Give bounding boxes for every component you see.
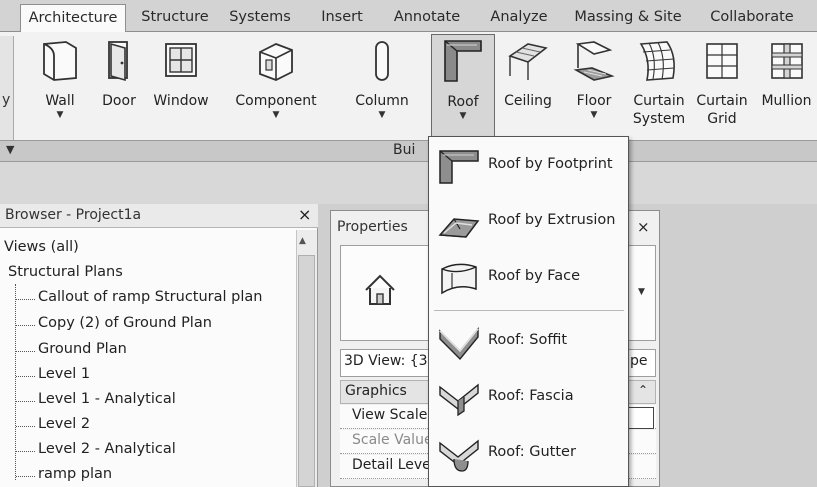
column-icon: [375, 41, 389, 81]
browser-title: Browser - Project1a: [5, 207, 142, 223]
roof-fascia-icon: [439, 383, 479, 417]
tree-item[interactable]: Level 1: [15, 366, 90, 382]
tab-analyze[interactable]: Analyze: [485, 4, 553, 32]
tree-item[interactable]: Copy (2) of Ground Plan: [16, 315, 212, 331]
roof-gutter-icon: [439, 439, 479, 472]
menu-item-label: Roof by Footprint: [488, 156, 613, 172]
roof-button[interactable]: Roof ▼: [431, 34, 495, 138]
door-icon: [108, 41, 128, 82]
mullion-label: Mullion: [761, 93, 812, 109]
properties-title: Properties: [337, 219, 408, 235]
curtain-system-button[interactable]: Curtain System: [628, 36, 690, 136]
property-scale-value: Scale Value: [352, 432, 433, 448]
column-dropdown-arrow[interactable]: ▼: [348, 110, 416, 120]
graphics-group-label: Graphics: [345, 383, 407, 399]
component-button[interactable]: Component ▼: [228, 36, 324, 136]
menu-item-label: Roof: Soffit: [488, 332, 568, 348]
wall-label: Wall: [45, 93, 75, 109]
window-label: Window: [153, 93, 209, 109]
property-view-scale: View Scale: [352, 407, 428, 423]
menu-item-roof-soffit[interactable]: Roof: Soffit: [430, 318, 627, 368]
tree-item[interactable]: Level 1 - Analytical: [16, 391, 176, 407]
component-dropdown-arrow[interactable]: ▼: [228, 110, 324, 120]
curtain-grid-button[interactable]: Curtain Grid: [694, 36, 750, 136]
tab-insert[interactable]: Insert: [314, 4, 370, 32]
tab-systems[interactable]: Systems: [222, 4, 298, 32]
roof-soffit-icon: [439, 327, 479, 361]
mullion-icon: [770, 43, 803, 79]
column-label: Column: [355, 93, 409, 109]
tab-collaborate[interactable]: Collaborate: [700, 4, 804, 32]
wall-icon: [43, 41, 77, 81]
edit-type-label[interactable]: pe: [630, 353, 648, 369]
tree-item[interactable]: ramp plan: [15, 466, 112, 482]
column-button[interactable]: Column ▼: [348, 36, 416, 136]
roof-dropdown-arrow[interactable]: ▼: [432, 111, 494, 121]
scroll-up-arrow[interactable]: ▲: [299, 236, 306, 246]
roof-extrusion-icon: [438, 218, 480, 238]
wall-dropdown-arrow[interactable]: ▼: [32, 110, 88, 120]
roof-label: Roof: [447, 94, 479, 110]
floor-label: Floor: [576, 93, 612, 109]
menu-item-roof-fascia[interactable]: Roof: Fascia: [430, 374, 627, 424]
ceiling-icon: [508, 43, 548, 80]
collapse-group-icon[interactable]: ⌃: [638, 383, 648, 397]
tab-annotate[interactable]: Annotate: [386, 4, 468, 32]
view-scale-value-field[interactable]: [626, 407, 654, 429]
property-detail-level: Detail Leve: [352, 457, 431, 473]
tab-structure[interactable]: Structure: [138, 4, 212, 32]
mullion-button[interactable]: Mullion: [756, 36, 817, 136]
roof-footprint-icon: [439, 150, 479, 184]
component-icon: [259, 43, 293, 81]
tab-architecture[interactable]: Architecture: [20, 4, 126, 33]
options-bar: [0, 162, 817, 204]
ribbon-previous-panel[interactable]: y: [0, 36, 14, 140]
curtain-grid-label: Curtain Grid: [696, 93, 748, 127]
scrollbar-thumb[interactable]: [298, 255, 315, 487]
menu-item-label: Roof: Fascia: [488, 388, 574, 404]
window-icon: [165, 43, 197, 77]
curtain-system-label: Curtain System: [632, 93, 686, 127]
tree-item[interactable]: Level 2 - Analytical: [16, 441, 176, 457]
curtain-grid-icon: [706, 43, 738, 79]
ceiling-label: Ceiling: [504, 93, 552, 109]
previous-panel-label: y: [2, 92, 11, 108]
properties-close-button[interactable]: ×: [637, 218, 650, 236]
roof-face-icon: [441, 263, 477, 295]
menu-item-roof-by-footprint[interactable]: Roof by Footprint: [430, 142, 627, 192]
tree-group-structural-plans[interactable]: Structural Plans: [8, 264, 123, 280]
component-label: Component: [235, 93, 317, 109]
panel-title: Bui: [393, 142, 416, 158]
3d-view-house-icon: [365, 274, 395, 305]
menu-separator: [434, 310, 624, 311]
floor-button[interactable]: Floor ▼: [566, 36, 622, 136]
floor-dropdown-arrow[interactable]: ▼: [566, 110, 622, 120]
tree-item[interactable]: Ground Plan: [16, 341, 127, 357]
roof-icon: [444, 40, 482, 82]
panel-expand-arrow[interactable]: ▼: [6, 143, 14, 156]
browser-close-button[interactable]: ×: [298, 205, 311, 224]
tree-item[interactable]: Callout of ramp Structural plan: [15, 289, 262, 305]
window-button[interactable]: Window: [148, 36, 214, 136]
ceiling-button[interactable]: Ceiling: [498, 36, 558, 136]
tree-item[interactable]: Level 2: [15, 416, 90, 432]
menu-item-label: Roof: Gutter: [488, 444, 576, 460]
menu-item-label: Roof by Face: [488, 268, 581, 284]
menu-item-label: Roof by Extrusion: [488, 212, 616, 228]
wall-button[interactable]: Wall ▼: [32, 36, 88, 136]
menu-item-roof-gutter[interactable]: Roof: Gutter: [430, 430, 627, 480]
instance-filter-label: 3D View: {3I: [344, 353, 432, 369]
menu-item-roof-by-extrusion[interactable]: Roof by Extrusion: [430, 198, 627, 248]
door-label: Door: [102, 93, 136, 109]
type-selector-dropdown-arrow[interactable]: ▼: [638, 287, 645, 297]
curtain-system-icon: [639, 41, 675, 81]
floor-icon: [573, 41, 615, 81]
menu-item-roof-by-face[interactable]: Roof by Face: [430, 254, 627, 304]
door-button[interactable]: Door: [96, 36, 142, 136]
tab-massing-site[interactable]: Massing & Site: [568, 4, 688, 32]
tree-root-views[interactable]: Views (all): [4, 239, 79, 255]
